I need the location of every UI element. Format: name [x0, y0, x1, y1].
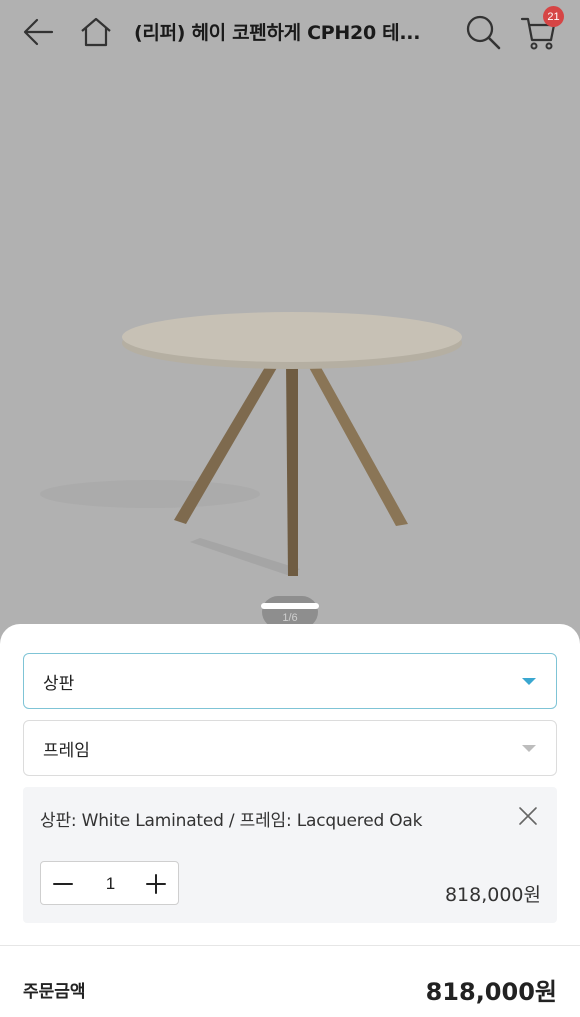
- page-title: (리퍼) 헤이 코펜하게 CPH20 테...: [134, 22, 421, 44]
- top-nav-bar: (리퍼) 헤이 코펜하게 CPH20 테... 21: [0, 0, 580, 64]
- back-arrow-icon: [23, 18, 54, 46]
- total-amount: 818,000원: [425, 978, 557, 1006]
- product-photo-table: [40, 312, 462, 576]
- chevron-down-icon: [522, 745, 536, 752]
- search-icon: [466, 15, 501, 50]
- frame-option-select[interactable]: 프레임: [23, 720, 557, 776]
- home-icon: [81, 17, 111, 47]
- minus-icon: [53, 883, 73, 885]
- decrease-quantity-button[interactable]: [41, 862, 85, 906]
- cart-count-badge: 21: [543, 6, 564, 27]
- quantity-input[interactable]: [85, 862, 136, 906]
- top-option-select[interactable]: 상판: [23, 653, 557, 709]
- close-icon: [519, 807, 537, 825]
- option-bottom-sheet: 상판 프레임 상판: White Laminated / 프레임: Lacque…: [0, 624, 580, 1017]
- top-option-label: 상판: [43, 673, 75, 694]
- quantity-stepper: [40, 861, 179, 906]
- total-label: 주문금액: [23, 982, 86, 1002]
- chevron-down-icon: [522, 678, 536, 685]
- remove-option-button[interactable]: [517, 805, 539, 827]
- home-button[interactable]: [74, 10, 118, 54]
- product-image[interactable]: [0, 64, 580, 624]
- selected-option-label: 상판: White Laminated / 프레임: Lacquered Oak: [40, 811, 423, 831]
- search-button[interactable]: [461, 10, 505, 54]
- increase-quantity-button[interactable]: [134, 862, 178, 906]
- divider: [0, 945, 580, 946]
- back-button[interactable]: [17, 10, 61, 54]
- selected-option-item: 상판: White Laminated / 프레임: Lacquered Oak…: [23, 787, 557, 923]
- plus-icon: [146, 874, 166, 894]
- item-price: 818,000원: [444, 884, 541, 906]
- frame-option-label: 프레임: [43, 740, 90, 761]
- sheet-drag-handle[interactable]: [261, 603, 319, 609]
